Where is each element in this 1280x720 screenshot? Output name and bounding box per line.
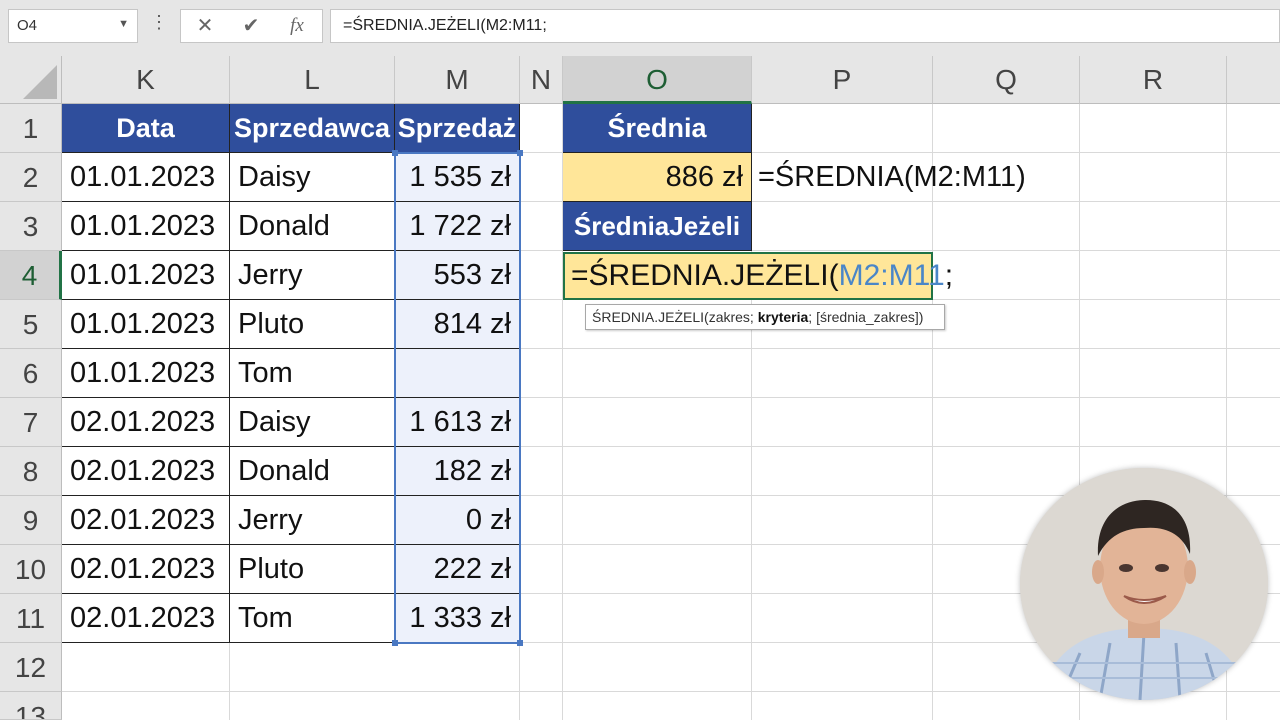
column-header-q[interactable]: Q (933, 56, 1080, 104)
row-header-13[interactable]: 13 (0, 692, 62, 720)
webcam-overlay (1020, 468, 1268, 700)
header-sprzedaz[interactable]: Sprzedaż (395, 104, 520, 153)
row-header-3[interactable]: 3 (0, 202, 62, 251)
header-sprzedawca[interactable]: Sprzedawca (230, 104, 395, 153)
edit-formula-range: M2:M11 (838, 259, 945, 292)
cell-m2[interactable]: 1 535 zł (395, 153, 520, 202)
enter-icon[interactable]: ✔ (231, 13, 271, 39)
cell-k6[interactable]: 01.01.2023 (62, 349, 230, 398)
cancel-icon[interactable]: ✕ (185, 13, 225, 39)
cell-k8[interactable]: 02.01.2023 (62, 447, 230, 496)
cell-l5[interactable]: Pluto (230, 300, 395, 349)
row-header-12[interactable]: 12 (0, 643, 62, 692)
tooltip-rest: ; [średnia_zakres]) (808, 309, 924, 325)
cell-l8[interactable]: Donald (230, 447, 395, 496)
cell-k4[interactable]: 01.01.2023 (62, 251, 230, 300)
cell-l6[interactable]: Tom (230, 349, 395, 398)
function-argument-tooltip[interactable]: ŚREDNIA.JEŻELI(zakres; kryteria; [średni… (585, 304, 945, 330)
row-header-2[interactable]: 2 (0, 153, 62, 202)
header-srednia[interactable]: Średnia (563, 104, 752, 153)
name-box[interactable]: O4 ▼ (8, 9, 138, 43)
cell-m9[interactable]: 0 zł (395, 496, 520, 545)
cell-m5[interactable]: 814 zł (395, 300, 520, 349)
cell-m11[interactable]: 1 333 zł (395, 594, 520, 643)
cell-l11[interactable]: Tom (230, 594, 395, 643)
cell-k9[interactable]: 02.01.2023 (62, 496, 230, 545)
column-header-partial[interactable] (1227, 56, 1280, 104)
row-header-9[interactable]: 9 (0, 496, 62, 545)
select-all-corner[interactable] (0, 56, 62, 104)
cell-l3[interactable]: Donald (230, 202, 395, 251)
cell-o2-average[interactable]: 886 zł (563, 153, 752, 202)
cell-k2[interactable]: 01.01.2023 (62, 153, 230, 202)
cell-l2[interactable]: Daisy (230, 153, 395, 202)
cell-k11[interactable]: 02.01.2023 (62, 594, 230, 643)
cell-m10[interactable]: 222 zł (395, 545, 520, 594)
edit-formula-suffix: ; (944, 259, 954, 292)
cell-k10[interactable]: 02.01.2023 (62, 545, 230, 594)
cell-m6[interactable] (395, 349, 520, 398)
formula-bar: O4 ▼ ⋮ ✕ ✔ fx =ŚREDNIA.JEŻELI(M2:M11; (0, 0, 1280, 56)
row-header-5[interactable]: 5 (0, 300, 62, 349)
cell-m8[interactable]: 182 zł (395, 447, 520, 496)
row-header-1[interactable]: 1 (0, 104, 62, 153)
header-data[interactable]: Data (62, 104, 230, 153)
cell-o4-editing[interactable]: =ŚREDNIA.JEŻELI(M2:M11; (563, 252, 953, 300)
column-header-o[interactable]: O (563, 56, 752, 104)
formula-input[interactable]: =ŚREDNIA.JEŻELI(M2:M11; (330, 9, 1280, 43)
formula-buttons: ✕ ✔ fx (180, 9, 323, 43)
row-header-8[interactable]: 8 (0, 447, 62, 496)
cell-k5[interactable]: 01.01.2023 (62, 300, 230, 349)
cell-l4[interactable]: Jerry (230, 251, 395, 300)
cell-m7[interactable]: 1 613 zł (395, 398, 520, 447)
row-header-4[interactable]: 4 (0, 251, 62, 300)
row-header-11[interactable]: 11 (0, 594, 62, 643)
cell-l10[interactable]: Pluto (230, 545, 395, 594)
column-header-p[interactable]: P (752, 56, 933, 104)
column-header-m[interactable]: M (395, 56, 520, 104)
cell-k3[interactable]: 01.01.2023 (62, 202, 230, 251)
cell-m4[interactable]: 553 zł (395, 251, 520, 300)
column-header-l[interactable]: L (230, 56, 395, 104)
presenter-illustration (1020, 468, 1268, 700)
column-header-n[interactable]: N (520, 56, 563, 104)
tooltip-current-arg: kryteria (757, 309, 809, 325)
cell-p2-formula-text[interactable]: =ŚREDNIA(M2:M11) (752, 153, 1026, 202)
cell-l9[interactable]: Jerry (230, 496, 395, 545)
tooltip-function: ŚREDNIA.JEŻELI(zakres; (592, 309, 758, 325)
cell-l7[interactable]: Daisy (230, 398, 395, 447)
row-header-6[interactable]: 6 (0, 349, 62, 398)
insert-function-icon[interactable]: fx (277, 13, 317, 39)
edit-formula-prefix: =ŚREDNIA.JEŻELI( (571, 259, 839, 292)
row-header-10[interactable]: 10 (0, 545, 62, 594)
cell-m3[interactable]: 1 722 zł (395, 202, 520, 251)
column-header-r[interactable]: R (1080, 56, 1227, 104)
row-header-7[interactable]: 7 (0, 398, 62, 447)
more-options-icon[interactable]: ⋮ (150, 12, 168, 40)
cell-k7[interactable]: 02.01.2023 (62, 398, 230, 447)
name-box-value: O4 (17, 17, 38, 34)
chevron-down-icon[interactable]: ▼ (118, 18, 129, 30)
column-header-k[interactable]: K (62, 56, 230, 104)
header-srednia-jezeli[interactable]: ŚredniaJeżeli (563, 202, 752, 251)
